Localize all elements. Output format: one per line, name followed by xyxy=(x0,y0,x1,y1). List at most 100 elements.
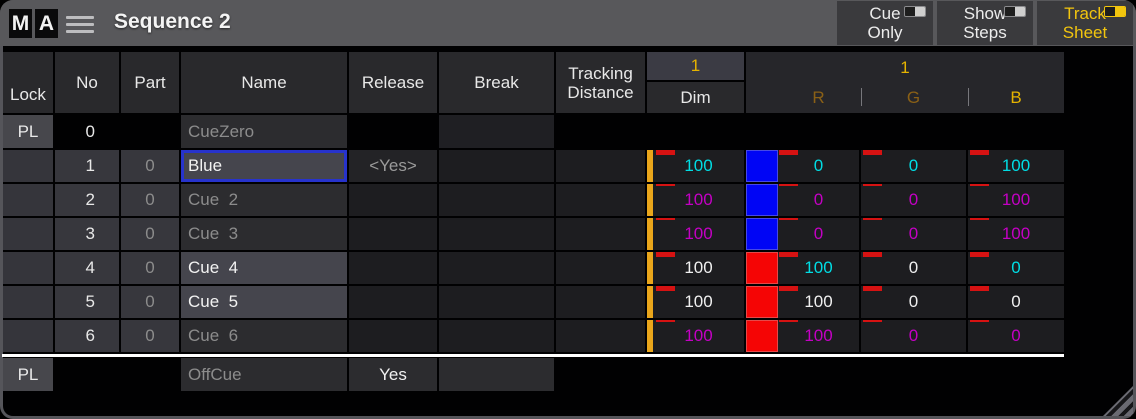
value-g: 0 xyxy=(909,292,918,312)
value-r: 100 xyxy=(772,258,832,278)
cell-cue4-dim[interactable]: 100 xyxy=(647,252,744,284)
ma-logo-a: A xyxy=(35,9,58,38)
cell-cue3-tracking-distance[interactable] xyxy=(556,218,645,250)
cell-cue2-part[interactable]: 0 xyxy=(121,184,179,216)
cell-cue6-part[interactable]: 0 xyxy=(121,320,179,352)
value-g: 0 xyxy=(909,156,918,176)
cell-cue4-break[interactable] xyxy=(439,252,554,284)
cell-cue2-dim[interactable]: 100 xyxy=(647,184,744,216)
channel-header-r: R xyxy=(812,88,824,108)
titlebar-button-cue-only[interactable]: CueOnly xyxy=(837,1,933,45)
cell-cuezero-no[interactable]: 0 xyxy=(55,115,119,148)
value-g: 0 xyxy=(909,224,918,244)
cell-cue3-break[interactable] xyxy=(439,218,554,250)
cell-cue1-g[interactable]: 0 xyxy=(861,150,966,182)
cell-cue6-break[interactable] xyxy=(439,320,554,352)
cell-cue1-tracking-distance[interactable] xyxy=(556,150,645,182)
cell-cue6-tracking-distance[interactable] xyxy=(556,320,645,352)
toggle-indicator-icon xyxy=(904,6,926,17)
button-label-line: Sheet xyxy=(1063,23,1107,42)
cell-cue1-break[interactable] xyxy=(439,150,554,182)
change-marker xyxy=(863,286,882,291)
cell-cue3-b[interactable]: 100 xyxy=(968,218,1064,250)
cell-cue3-release[interactable] xyxy=(349,218,437,250)
cell-cue1-no[interactable]: 1 xyxy=(55,150,119,182)
change-marker xyxy=(779,320,798,322)
cell-cue6-g[interactable]: 0 xyxy=(861,320,966,352)
cell-cue5-name[interactable]: Cue 5 xyxy=(181,286,347,318)
cell-cue3-part[interactable]: 0 xyxy=(121,218,179,250)
cell-cue6-release[interactable] xyxy=(349,320,437,352)
cell-cue2-r[interactable]: 0 xyxy=(746,184,859,216)
cell-cue2-lock[interactable] xyxy=(3,184,53,216)
cell-cue1-lock[interactable] xyxy=(3,150,53,182)
cell-cue1-b[interactable]: 100 xyxy=(968,150,1064,182)
cell-cue2-name[interactable]: Cue 2 xyxy=(181,184,347,216)
cell-cue3-dim[interactable]: 100 xyxy=(647,218,744,250)
window-menu-icon[interactable] xyxy=(66,16,94,33)
cell-cue5-b[interactable]: 0 xyxy=(968,286,1064,318)
value-b: 0 xyxy=(1011,258,1020,278)
cell-offcue-lock[interactable]: PL xyxy=(3,358,53,391)
sequence-position-bar xyxy=(647,286,653,318)
cell-cue4-b[interactable]: 0 xyxy=(968,252,1064,284)
cell-cue2-b[interactable]: 100 xyxy=(968,184,1064,216)
titlebar-button-show-steps[interactable]: ShowSteps xyxy=(937,1,1033,45)
cell-cue4-tracking-distance[interactable] xyxy=(556,252,645,284)
cell-cue3-r[interactable]: 0 xyxy=(746,218,859,250)
cell-cue4-lock[interactable] xyxy=(3,252,53,284)
cell-cue5-r[interactable]: 100 xyxy=(746,286,859,318)
cell-cue2-release[interactable] xyxy=(349,184,437,216)
cell-cue5-tracking-distance[interactable] xyxy=(556,286,645,318)
titlebar[interactable]: M A Sequence 2 CueOnlyShowStepsTrackShee… xyxy=(0,0,1136,46)
cell-cue4-r[interactable]: 100 xyxy=(746,252,859,284)
cell-cue1-part[interactable]: 0 xyxy=(121,150,179,182)
cell-cue1-name-selected[interactable]: Blue xyxy=(181,150,347,182)
cell-offcue-release[interactable]: Yes xyxy=(349,358,437,391)
cell-cue3-name[interactable]: Cue 3 xyxy=(181,218,347,250)
cell-cue5-g[interactable]: 0 xyxy=(861,286,966,318)
cell-cue2-g[interactable]: 0 xyxy=(861,184,966,216)
cell-cue6-name[interactable]: Cue 6 xyxy=(181,320,347,352)
cell-cue4-name[interactable]: Cue 4 xyxy=(181,252,347,284)
cell-cuezero-break[interactable] xyxy=(439,115,554,148)
cell-cue4-release[interactable] xyxy=(349,252,437,284)
ma-logo[interactable]: M A xyxy=(9,9,58,38)
cell-cue5-lock[interactable] xyxy=(3,286,53,318)
cell-cue6-no[interactable]: 6 xyxy=(55,320,119,352)
change-marker xyxy=(970,218,989,220)
cell-cue6-lock[interactable] xyxy=(3,320,53,352)
cell-cuezero-lock[interactable]: PL xyxy=(3,115,53,148)
cell-cue4-g[interactable]: 0 xyxy=(861,252,966,284)
cell-cue1-dim[interactable]: 100 xyxy=(647,150,744,182)
cell-cue5-dim[interactable]: 100 xyxy=(647,286,744,318)
column-header-no: No xyxy=(55,52,119,113)
cell-cue6-r[interactable]: 100 xyxy=(746,320,859,352)
cell-cue4-no[interactable]: 4 xyxy=(55,252,119,284)
value-dim: 100 xyxy=(678,224,712,244)
cell-cue2-break[interactable] xyxy=(439,184,554,216)
column-header-tracking-distance: TrackingDistance xyxy=(556,52,645,113)
cell-cue5-no[interactable]: 5 xyxy=(55,286,119,318)
cell-cuezero-name[interactable]: CueZero xyxy=(181,115,347,148)
titlebar-button-track-sheet[interactable]: TrackSheet xyxy=(1037,1,1133,45)
color-swatch xyxy=(746,150,778,182)
cell-cue2-no[interactable]: 2 xyxy=(55,184,119,216)
cell-cue3-no[interactable]: 3 xyxy=(55,218,119,250)
column-header-name: Name xyxy=(181,52,347,113)
cell-offcue-break[interactable] xyxy=(439,358,554,391)
cell-cue1-r[interactable]: 0 xyxy=(746,150,859,182)
cell-cue3-g[interactable]: 0 xyxy=(861,218,966,250)
cell-cue3-lock[interactable] xyxy=(3,218,53,250)
cell-cue5-release[interactable] xyxy=(349,286,437,318)
cell-cue6-b[interactable]: 0 xyxy=(968,320,1064,352)
cell-offcue-name[interactable]: OffCue xyxy=(181,358,347,391)
change-marker xyxy=(863,184,882,186)
cell-cue5-part[interactable]: 0 xyxy=(121,286,179,318)
cell-cue6-dim[interactable]: 100 xyxy=(647,320,744,352)
cell-cue4-part[interactable]: 0 xyxy=(121,252,179,284)
cell-cue5-break[interactable] xyxy=(439,286,554,318)
cell-cue1-release[interactable]: <Yes> xyxy=(349,150,437,182)
change-marker xyxy=(863,218,882,220)
cell-cue2-tracking-distance[interactable] xyxy=(556,184,645,216)
